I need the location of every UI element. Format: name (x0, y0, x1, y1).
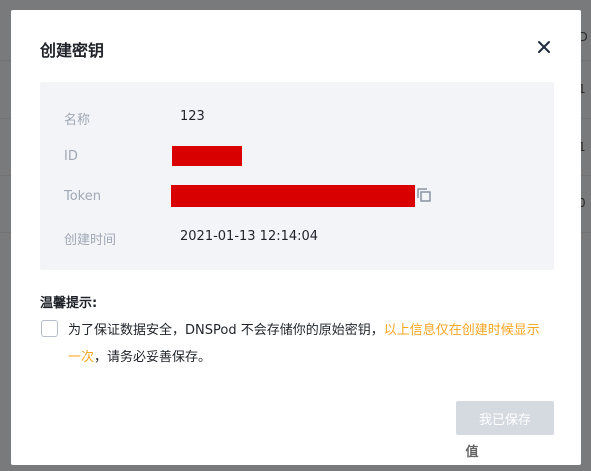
tips-text-normal: 为了保证数据安全，DNSPod 不会存储你的原始密钥， (68, 323, 384, 338)
saved-button[interactable]: 我已保存 (456, 401, 554, 435)
watermark: 值什么值得买 (462, 441, 561, 463)
name-label: 名称 (64, 113, 91, 128)
tips-text: 为了保证数据安全，DNSPod 不会存储你的原始密钥，以上信息仅在创建时候显示一… (68, 317, 548, 371)
key-info-panel: 名称 123 ID Token 创建时间 2021-01-13 12:14:04 (40, 82, 554, 270)
tips-title: 温馨提示: (40, 296, 98, 311)
copy-icon[interactable] (416, 187, 432, 203)
watermark-text: 什么值得买 (486, 443, 562, 461)
token-label: Token (64, 189, 101, 204)
saved-confirm-checkbox[interactable] (41, 320, 58, 337)
token-redaction (171, 185, 415, 207)
close-icon[interactable] (533, 36, 555, 58)
id-redaction (172, 146, 242, 166)
tips-text-end: ，请务必妥善保存。 (94, 350, 212, 365)
created-time-label: 创建时间 (64, 233, 117, 248)
create-key-dialog: 创建密钥 名称 123 ID Token 创建时间 2021-01-13 12:… (11, 10, 581, 465)
created-time-value: 2021-01-13 12:14:04 (180, 229, 319, 244)
id-label: ID (64, 149, 78, 164)
dialog-title: 创建密钥 (40, 41, 105, 60)
watermark-logo-icon: 值 (462, 442, 482, 463)
name-value: 123 (180, 109, 205, 124)
